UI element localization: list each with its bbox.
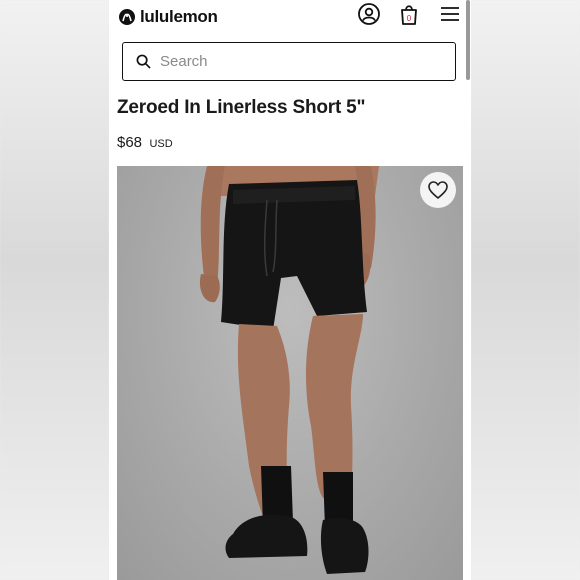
price-currency: USD	[149, 138, 173, 150]
blurred-background-left	[0, 0, 109, 580]
model-illustration	[199, 166, 379, 574]
shopping-bag-icon[interactable]: 0	[397, 2, 421, 26]
account-icon[interactable]	[357, 2, 381, 26]
mobile-page: lululemon 0 Search Zeroed In Linerless S…	[109, 0, 471, 580]
search-bar[interactable]	[122, 42, 456, 81]
site-header: lululemon 0	[109, 0, 471, 34]
price-amount: $68	[117, 134, 143, 151]
product-price: $68 USD	[117, 134, 173, 152]
brand-logo[interactable]: lululemon	[119, 7, 218, 27]
search-input[interactable]	[158, 52, 442, 71]
product-title: Zeroed In Linerless Short 5"	[117, 97, 366, 118]
blurred-background-right	[471, 0, 580, 580]
lululemon-logo-icon	[119, 9, 135, 25]
product-image[interactable]	[117, 166, 463, 580]
wishlist-heart-icon[interactable]	[420, 172, 456, 208]
hamburger-menu-icon[interactable]	[438, 2, 462, 26]
brand-name: lululemon	[140, 7, 218, 26]
search-icon	[136, 54, 151, 69]
bag-count: 0	[407, 14, 412, 23]
scrollbar[interactable]	[466, 0, 470, 80]
